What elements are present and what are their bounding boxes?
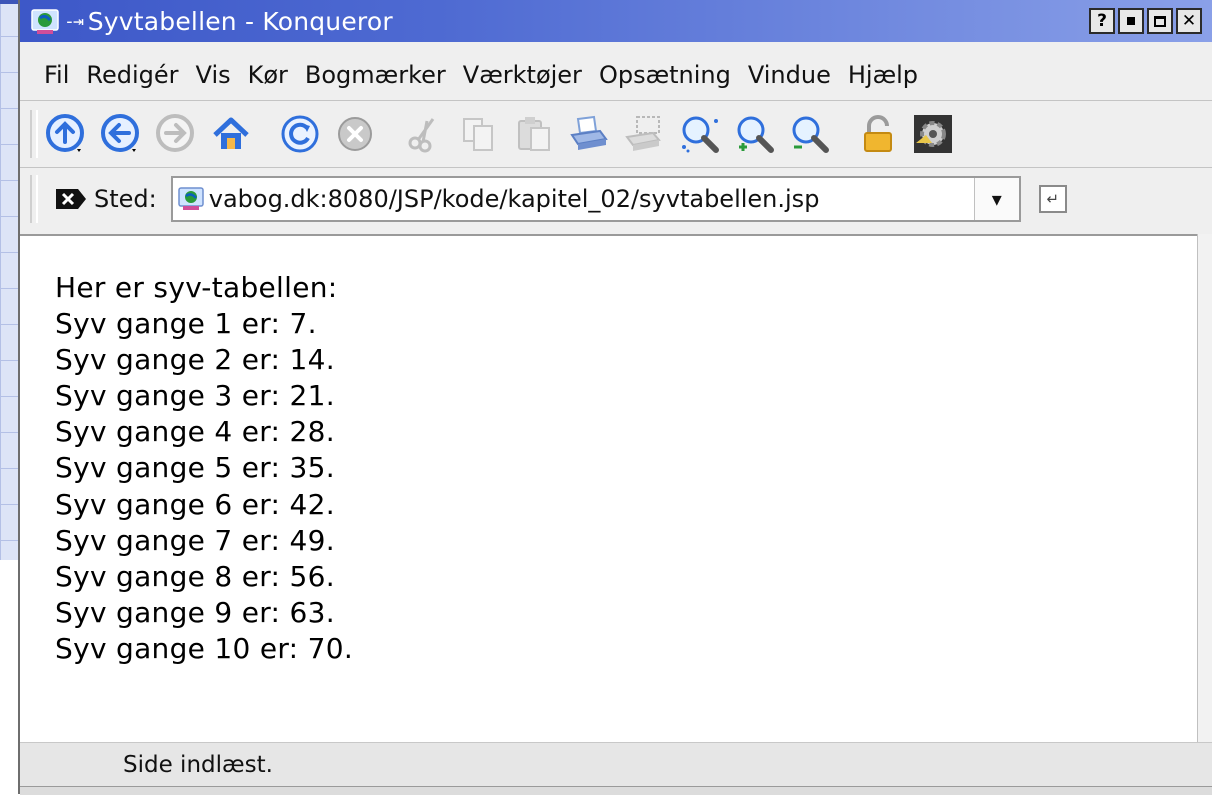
page-content: Her er syv-tabellen: Syv gange 1 er: 7. …	[20, 234, 1198, 744]
menu-fil[interactable]: Fil	[44, 61, 69, 89]
menu-bogmaerker[interactable]: Bogmærker	[305, 61, 446, 89]
zoom-in-button[interactable]	[732, 112, 776, 156]
menu-separator	[20, 100, 1212, 101]
title-bar[interactable]: -⇥ Syvtabellen - Konqueror ? ✕	[20, 0, 1212, 42]
home-button[interactable]	[209, 112, 253, 156]
print-icon	[570, 115, 608, 150]
status-bar: Side indlæst.	[20, 742, 1212, 787]
maximize-button[interactable]	[1147, 8, 1173, 34]
content-line: Syv gange 9 er: 63.	[55, 595, 335, 629]
print-frame-icon	[625, 116, 661, 151]
maximize-icon	[1154, 15, 1166, 27]
copy-icon	[463, 118, 493, 151]
print-frame-button[interactable]	[622, 112, 666, 156]
toolbar-grip[interactable]	[30, 110, 38, 158]
content-line: Syv gange 5 er: 35.	[55, 451, 335, 485]
reload-button[interactable]	[278, 112, 322, 156]
menu-opsaetning[interactable]: Opsætning	[599, 61, 731, 89]
forward-arrow-icon	[156, 114, 194, 152]
location-label: Sted:	[94, 185, 157, 213]
url-input[interactable]: vabog.dk:8080/JSP/kode/kapitel_02/syvtab…	[170, 176, 1021, 222]
menu-hjaelp[interactable]: Hjælp	[848, 61, 918, 89]
copy-button[interactable]	[457, 112, 501, 156]
status-text: Side indlæst.	[123, 752, 273, 778]
content-line: Syv gange 1 er: 7.	[55, 307, 317, 341]
pin-icon[interactable]: -⇥	[64, 11, 84, 32]
stop-icon	[338, 117, 372, 151]
minimize-button[interactable]	[1118, 8, 1144, 34]
konqueror-gear-button[interactable]	[911, 112, 955, 156]
chevron-down-icon: ▾	[991, 187, 1002, 211]
zoom-in-icon	[737, 116, 774, 153]
close-icon: ✕	[1181, 11, 1197, 31]
content-line: Syv gange 7 er: 49.	[55, 523, 335, 557]
minimize-icon	[1127, 17, 1135, 25]
menu-vindue[interactable]: Vindue	[748, 61, 831, 89]
content-line: Syv gange 3 er: 21.	[55, 379, 335, 413]
location-toolbar: Sted: vabog.dk:8080/JSP/kode/kapitel_02/…	[20, 170, 1212, 228]
url-history-dropdown[interactable]: ▾	[973, 178, 1019, 220]
close-button[interactable]: ✕	[1176, 8, 1202, 34]
security-button[interactable]	[856, 112, 900, 156]
help-button[interactable]: ?	[1089, 8, 1115, 34]
menu-rediger[interactable]: Redigér	[86, 61, 178, 89]
clear-location-icon[interactable]	[54, 187, 88, 211]
page-favicon-icon	[177, 187, 204, 210]
content-line: Syv gange 10 er: 70.	[55, 631, 354, 665]
window-title: Syvtabellen - Konqueror	[87, 6, 393, 36]
content-line: Syv gange 2 er: 14.	[55, 343, 335, 377]
forward-button[interactable]	[154, 112, 198, 156]
stop-button[interactable]	[333, 112, 377, 156]
menu-vis[interactable]: Vis	[196, 61, 231, 89]
paste-button[interactable]	[512, 112, 556, 156]
slide-background	[0, 0, 18, 560]
menu-vaerktojer[interactable]: Værktøjer	[463, 61, 582, 89]
content-scroll-edge[interactable]	[1197, 234, 1212, 742]
back-button[interactable]	[99, 112, 143, 156]
menu-kor[interactable]: Kør	[248, 61, 288, 89]
content-line: Syv gange 4 er: 28.	[55, 415, 335, 449]
zoom-button[interactable]	[677, 112, 721, 156]
home-icon	[213, 117, 249, 149]
enter-icon: ↵	[1046, 190, 1060, 208]
menu-bar: Fil Redigér Vis Kør Bogmærker Værktøjer …	[20, 52, 1212, 98]
konqueror-app-icon[interactable]	[30, 6, 60, 36]
back-arrow-icon	[101, 114, 139, 152]
reload-icon	[281, 115, 319, 153]
go-button[interactable]: ↵	[1038, 185, 1067, 213]
konqueror-gear-icon	[914, 115, 952, 153]
url-text: vabog.dk:8080/JSP/kode/kapitel_02/syvtab…	[208, 185, 820, 213]
zoom-icon	[682, 116, 719, 153]
print-button[interactable]	[567, 112, 611, 156]
cut-button[interactable]	[402, 112, 446, 156]
content-line: Syv gange 6 er: 42.	[55, 487, 335, 521]
konqueror-window: -⇥ Syvtabellen - Konqueror ? ✕ Fil Redig…	[18, 0, 1212, 795]
up-arrow-icon	[46, 114, 84, 152]
zoom-out-icon	[792, 116, 829, 153]
content-line: Syv gange 8 er: 56.	[55, 559, 335, 593]
up-button[interactable]	[44, 112, 88, 156]
paste-icon	[518, 117, 550, 151]
toolbar-separator	[20, 167, 1212, 168]
cut-icon	[408, 118, 435, 153]
lock-icon	[864, 115, 892, 152]
content-heading: Her er syv-tabellen:	[55, 271, 338, 304]
main-toolbar	[20, 103, 1212, 165]
location-grip[interactable]	[30, 175, 38, 223]
zoom-out-button[interactable]	[787, 112, 831, 156]
